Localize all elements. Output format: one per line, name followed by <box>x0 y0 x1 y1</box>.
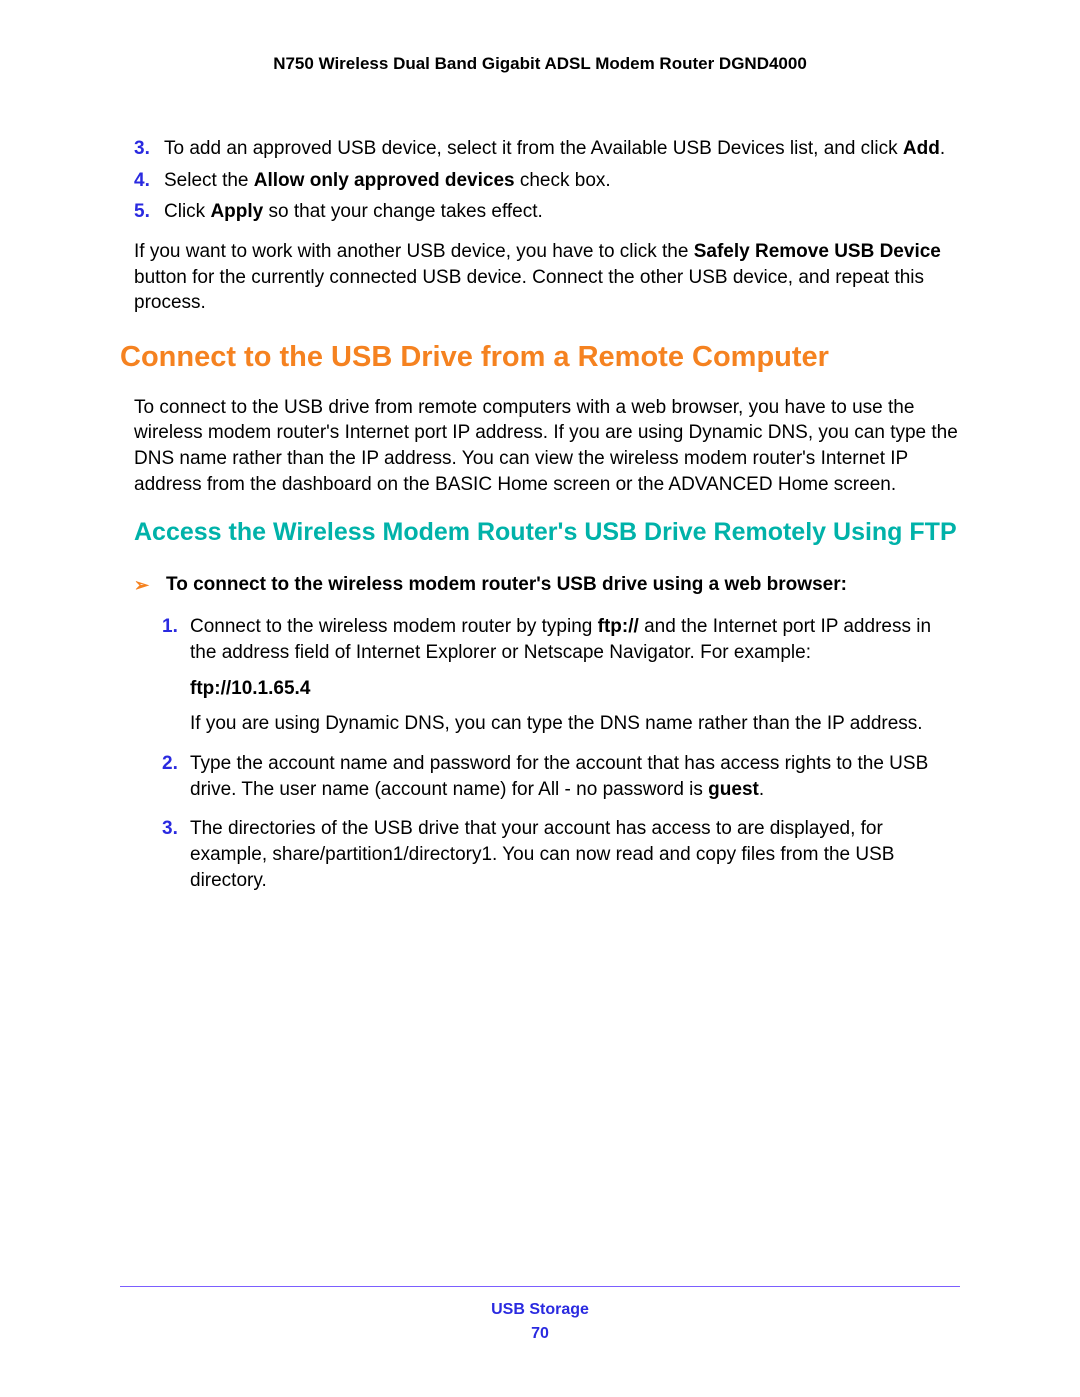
ftp-step-2: 2. Type the account name and password fo… <box>190 751 960 802</box>
heading-ftp: Access the Wireless Modem Router's USB D… <box>134 517 960 548</box>
step-text: The directories of the USB drive that yo… <box>190 818 894 890</box>
ftp-step-3: 3. The directories of the USB drive that… <box>190 816 960 893</box>
step-text: check box. <box>515 170 611 191</box>
ftp-step-1: 1. Connect to the wireless modem router … <box>190 614 960 737</box>
step-number: 4. <box>134 168 150 194</box>
footer-section: USB Storage <box>120 1301 960 1319</box>
step-number: 1. <box>162 614 178 640</box>
step-number: 3. <box>162 816 178 842</box>
para-text: If you want to work with another USB dev… <box>134 241 694 262</box>
step-text: To add an approved USB device, select it… <box>164 138 903 159</box>
step-5: 5. Click Apply so that your change takes… <box>164 199 960 225</box>
step-text: Type the account name and password for t… <box>190 753 928 800</box>
step-text: Click <box>164 201 210 222</box>
task-lead-text: To connect to the wireless modem router'… <box>166 574 847 595</box>
heading-connect-remote: Connect to the USB Drive from a Remote C… <box>120 340 960 375</box>
step-text: so that your change takes effect. <box>263 201 543 222</box>
bold-allow: Allow only approved devices <box>254 170 515 191</box>
ftp-note: If you are using Dynamic DNS, you can ty… <box>190 711 960 737</box>
page-footer: USB Storage 70 <box>120 1286 960 1343</box>
step-3: 3. To add an approved USB device, select… <box>164 136 960 162</box>
ftp-example: ftp://10.1.65.4 <box>190 676 960 702</box>
bold-safely-remove: Safely Remove USB Device <box>694 241 941 262</box>
paragraph-safely-remove: If you want to work with another USB dev… <box>134 239 960 316</box>
bold-add: Add <box>903 138 940 159</box>
doc-header: N750 Wireless Dual Band Gigabit ADSL Mod… <box>120 54 960 74</box>
step-text: Connect to the wireless modem router by … <box>190 616 598 637</box>
footer-page-number: 70 <box>120 1325 960 1343</box>
footer-divider <box>120 1286 960 1287</box>
para-text: button for the currently connected USB d… <box>134 267 924 314</box>
step-text: Select the <box>164 170 254 191</box>
steps-list-b: 1. Connect to the wireless modem router … <box>166 614 960 893</box>
steps-list-a: 3. To add an approved USB device, select… <box>120 136 960 225</box>
step-text: . <box>759 779 764 800</box>
arrow-icon: ➢ <box>134 575 149 596</box>
step-number: 2. <box>162 751 178 777</box>
task-lead: ➢ To connect to the wireless modem route… <box>134 574 960 596</box>
bold-apply: Apply <box>210 201 263 222</box>
step-number: 5. <box>134 199 150 225</box>
bold-ftp: ftp:// <box>598 616 639 637</box>
paragraph-remote-intro: To connect to the USB drive from remote … <box>134 395 960 498</box>
bold-guest: guest <box>708 779 759 800</box>
step-text: . <box>940 138 945 159</box>
step-number: 3. <box>134 136 150 162</box>
step-4: 4. Select the Allow only approved device… <box>164 168 960 194</box>
